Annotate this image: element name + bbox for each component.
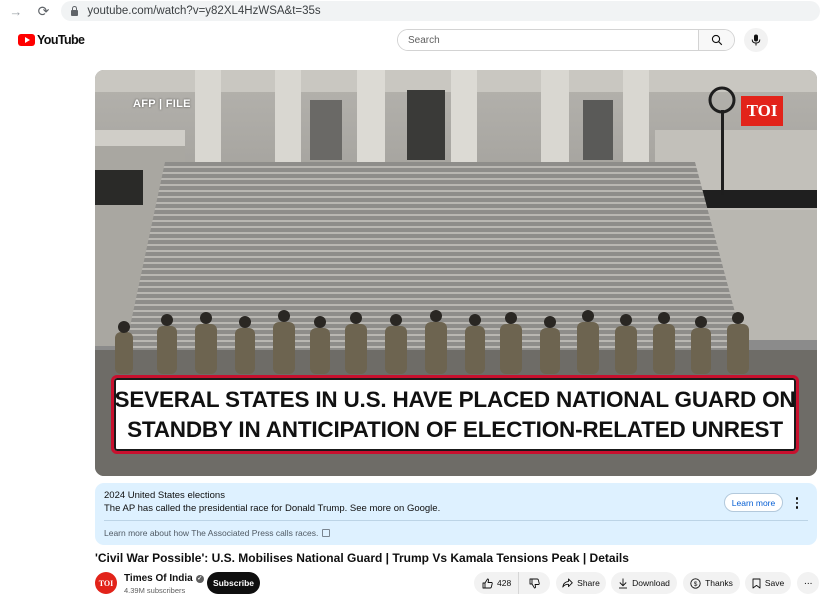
like-button[interactable]: 428 — [474, 572, 519, 594]
url-field[interactable]: youtube.com/watch?v=y82XL4HzWSA&t=35s — [61, 1, 820, 21]
subscribe-button[interactable]: Subscribe — [207, 572, 260, 594]
channel-avatar[interactable]: TOI — [95, 572, 117, 594]
thumbs-down-icon — [529, 578, 540, 588]
url-text: youtube.com/watch?v=y82XL4HzWSA&t=35s — [87, 5, 321, 17]
microphone-icon — [751, 34, 761, 46]
afp-watermark: AFP | FILE — [133, 98, 191, 110]
channel-name-link[interactable]: Times Of India ✓ — [124, 573, 204, 584]
thanks-label: Thanks — [705, 578, 733, 588]
thanks-icon: $ — [690, 577, 701, 589]
download-label: Download — [632, 578, 670, 588]
svg-text:$: $ — [694, 581, 698, 588]
info-panel-menu-icon[interactable] — [792, 494, 802, 512]
save-label: Save — [764, 578, 785, 588]
more-actions-icon: ··· — [803, 577, 813, 589]
channel-name: Times Of India — [124, 573, 193, 584]
bookmark-icon — [752, 578, 761, 588]
search-input[interactable] — [398, 30, 698, 50]
external-link-icon — [322, 529, 331, 537]
info-panel-body: The AP has called the presidential race … — [104, 503, 441, 514]
reload-icon[interactable]: ⟳ — [36, 0, 52, 22]
download-icon — [619, 578, 628, 588]
thanks-button[interactable]: $ Thanks — [683, 572, 740, 594]
subscriber-count: 4.39M subscribers — [124, 586, 186, 595]
like-count: 428 — [497, 578, 512, 588]
voice-search-button[interactable] — [744, 28, 768, 52]
thumbs-up-icon — [482, 578, 493, 588]
verified-check-icon: ✓ — [195, 574, 204, 583]
info-panel-title: 2024 United States elections — [104, 490, 225, 501]
like-dislike-group: 428 — [474, 572, 550, 594]
info-panel-divider — [104, 520, 808, 521]
youtube-logo-text: YouTube — [37, 33, 85, 47]
youtube-play-icon — [18, 34, 35, 46]
video-title: 'Civil War Possible': U.S. Mobilises Nat… — [95, 551, 629, 565]
video-caption-banner: SEVERAL STATES IN U.S. HAVE PLACED NATIO… — [111, 375, 799, 454]
browser-address-bar: → ⟳ youtube.com/watch?v=y82XL4HzWSA&t=35… — [0, 0, 820, 22]
more-actions-button[interactable]: ··· — [797, 572, 819, 594]
share-button[interactable]: Share — [556, 572, 606, 594]
search-bar — [397, 29, 735, 51]
learn-more-button[interactable]: Learn more — [724, 493, 783, 512]
dislike-button[interactable] — [519, 572, 550, 594]
info-panel-footer-link[interactable]: Learn more about how The Associated Pres… — [104, 528, 331, 538]
search-button[interactable] — [698, 30, 734, 50]
search-icon — [711, 34, 722, 46]
video-caption-text: SEVERAL STATES IN U.S. HAVE PLACED NATIO… — [114, 386, 796, 442]
save-button[interactable]: Save — [745, 572, 791, 594]
share-icon — [562, 578, 573, 588]
election-info-panel: 2024 United States elections The AP has … — [95, 483, 817, 545]
share-label: Share — [577, 578, 600, 588]
video-player[interactable]: AFP | FILE TOI SEVERAL STATES IN U.S. HA… — [95, 70, 817, 476]
info-panel-footer-text: Learn more about how The Associated Pres… — [104, 528, 319, 538]
forward-icon[interactable]: → — [8, 0, 24, 22]
youtube-logo[interactable]: YouTube — [18, 33, 85, 47]
toi-watermark-logo: TOI — [741, 96, 783, 126]
download-button[interactable]: Download — [611, 572, 677, 594]
lock-icon — [71, 5, 79, 16]
